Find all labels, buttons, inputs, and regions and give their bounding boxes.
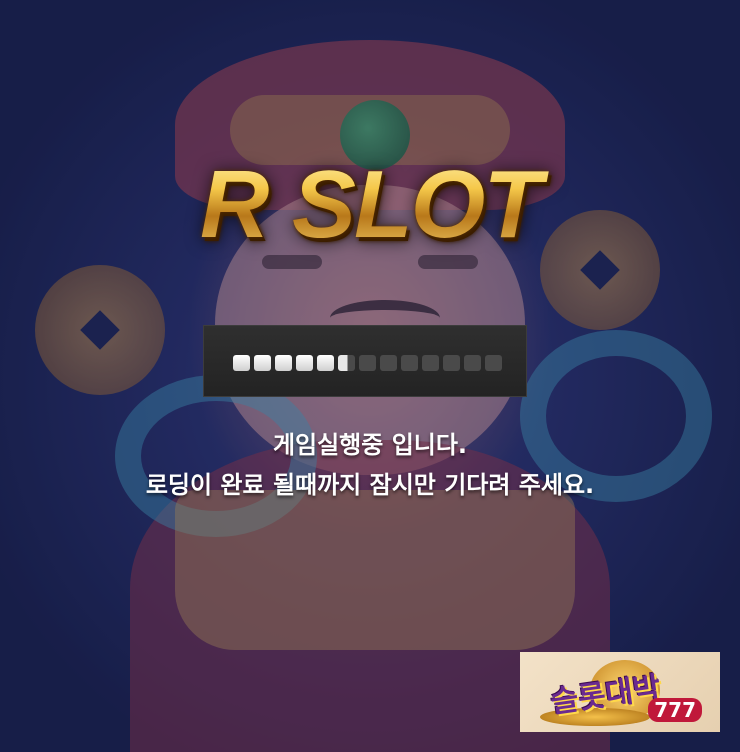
r-slot-logo: R SLOT <box>0 150 740 260</box>
loading-segment <box>443 355 460 371</box>
loading-segment <box>401 355 418 371</box>
loading-segment <box>338 355 355 371</box>
loading-segments <box>233 355 502 371</box>
loading-segment <box>233 355 250 371</box>
loading-segment <box>296 355 313 371</box>
loading-segment <box>254 355 271 371</box>
loading-segment <box>485 355 502 371</box>
loading-segment <box>464 355 481 371</box>
loading-segment <box>275 355 292 371</box>
loading-segment <box>422 355 439 371</box>
slot-promo-banner[interactable]: 슬롯대박 777 <box>520 652 720 732</box>
loading-message-line2: 로딩이 완료 될때까지 잠시만 기다려 주세요. <box>145 471 595 499</box>
loading-bar <box>203 325 527 397</box>
loading-segment <box>317 355 334 371</box>
promo-777-art: 777 <box>648 698 702 722</box>
loading-segment <box>359 355 376 371</box>
loading-message-line1: 게임실행중 입니다. <box>272 431 468 459</box>
loading-segment <box>380 355 397 371</box>
